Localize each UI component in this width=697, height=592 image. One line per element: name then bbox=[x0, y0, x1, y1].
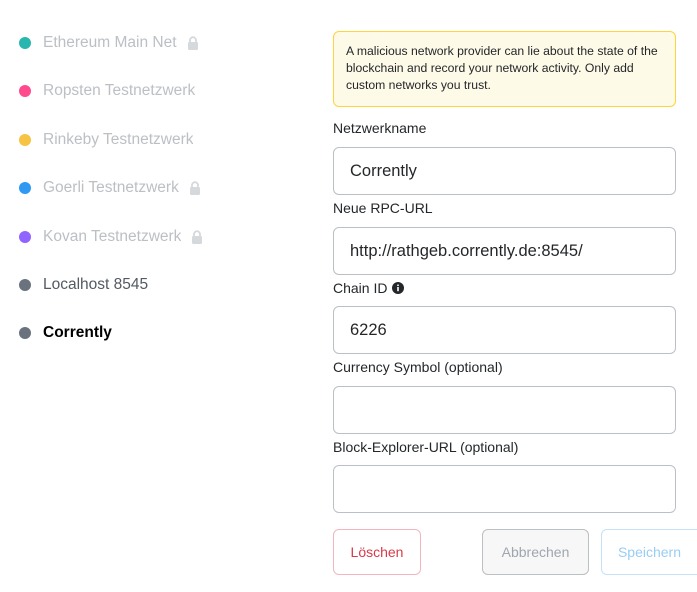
network-name-label: Netzwerkname bbox=[333, 120, 426, 136]
network-color-dot bbox=[19, 182, 31, 194]
warning-message: A malicious network provider can lie abo… bbox=[333, 31, 676, 107]
network-color-dot bbox=[19, 37, 31, 49]
network-label: Goerli Testnetzwerk bbox=[43, 179, 179, 196]
network-label: Localhost 8545 bbox=[43, 276, 149, 293]
currency-symbol-input[interactable] bbox=[333, 386, 676, 434]
network-item-localhost[interactable]: Localhost 8545 bbox=[19, 273, 148, 297]
network-label: Ropsten Testnetzwerk bbox=[43, 82, 196, 99]
cancel-button[interactable]: Abbrechen bbox=[482, 529, 589, 575]
network-item-ropsten[interactable]: Ropsten Testnetzwerk bbox=[19, 79, 195, 103]
currency-symbol-label: Currency Symbol (optional) bbox=[333, 359, 503, 375]
network-item-rinkeby[interactable]: Rinkeby Testnetzwerk bbox=[19, 128, 193, 152]
chain-id-label-text: Chain ID bbox=[333, 280, 388, 296]
rpc-url-input[interactable] bbox=[333, 227, 676, 275]
network-color-dot bbox=[19, 231, 31, 243]
delete-button[interactable]: Löschen bbox=[333, 529, 421, 575]
warning-text: A malicious network provider can lie abo… bbox=[346, 44, 658, 92]
currency-symbol-label-text: Currency Symbol (optional) bbox=[333, 359, 503, 375]
network-color-dot bbox=[19, 327, 31, 339]
rpc-url-label-text: Neue RPC-URL bbox=[333, 200, 433, 216]
lock-icon bbox=[189, 181, 200, 195]
chain-id-input[interactable] bbox=[333, 306, 676, 354]
network-item-kovan[interactable]: Kovan Testnetzwerk bbox=[19, 225, 203, 249]
save-button[interactable]: Speichern bbox=[601, 529, 697, 575]
network-color-dot bbox=[19, 134, 31, 146]
network-label: Rinkeby Testnetzwerk bbox=[43, 131, 194, 148]
info-icon[interactable] bbox=[392, 282, 405, 294]
network-label: Corrently bbox=[43, 324, 112, 341]
chain-id-label: Chain ID bbox=[333, 280, 405, 296]
network-label: Ethereum Main Net bbox=[43, 34, 177, 51]
network-name-input[interactable] bbox=[333, 147, 676, 195]
block-explorer-input[interactable] bbox=[333, 465, 676, 513]
block-explorer-label: Block-Explorer-URL (optional) bbox=[333, 439, 518, 455]
network-name-label-text: Netzwerkname bbox=[333, 120, 427, 136]
network-item-corrently[interactable]: Corrently bbox=[19, 321, 112, 345]
network-item-ethereum-mainnet[interactable]: Ethereum Main Net bbox=[19, 31, 199, 55]
block-explorer-label-text: Block-Explorer-URL (optional) bbox=[333, 439, 519, 455]
lock-icon bbox=[187, 36, 198, 50]
network-item-goerli[interactable]: Goerli Testnetzwerk bbox=[19, 176, 201, 200]
rpc-url-label: Neue RPC-URL bbox=[333, 200, 433, 216]
network-label: Kovan Testnetzwerk bbox=[43, 228, 182, 245]
network-color-dot bbox=[19, 85, 31, 97]
lock-icon bbox=[192, 230, 203, 244]
network-color-dot bbox=[19, 279, 31, 291]
